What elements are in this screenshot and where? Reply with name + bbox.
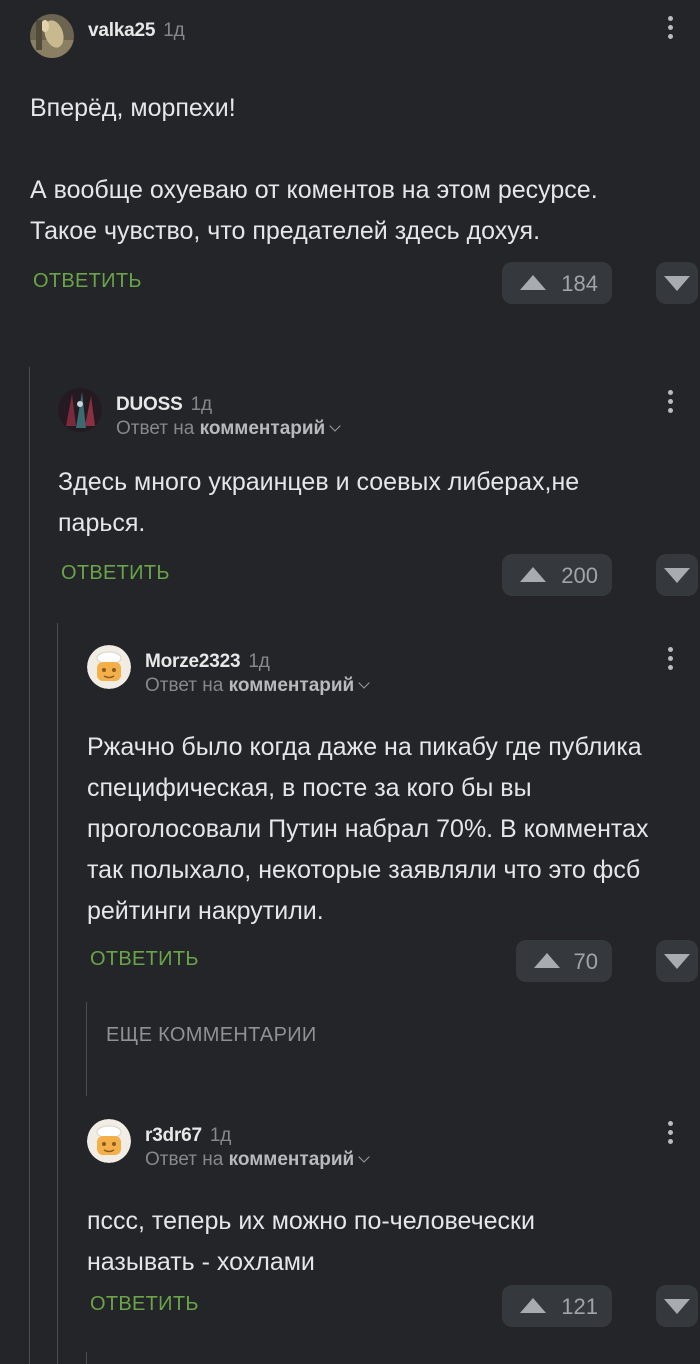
username-text: valka25 — [88, 20, 156, 41]
vote-count: 184 — [561, 271, 598, 296]
triangle-down-icon — [664, 954, 690, 969]
comment-time: 1д — [248, 651, 270, 672]
comment-time: 1д — [163, 20, 185, 41]
comment-header: DUOSS 1д Ответ на комментарий — [58, 388, 700, 439]
downvote-button[interactable] — [656, 1285, 698, 1327]
comment-actions: ОТВЕТИТЬ 70 — [87, 940, 700, 982]
triangle-down-icon — [664, 1299, 690, 1314]
more-comments-label[interactable]: ЕЩЕ КОММЕНТАРИИ — [106, 1024, 317, 1047]
kebab-menu-icon[interactable] — [666, 647, 674, 677]
triangle-down-icon — [664, 276, 690, 291]
comment-time: 1д — [190, 394, 212, 415]
vote-count: 70 — [573, 949, 598, 974]
avatar[interactable] — [87, 1119, 131, 1163]
triangle-up-icon — [520, 567, 546, 582]
kebab-menu-icon[interactable] — [666, 1121, 674, 1151]
comment-time: 1д — [209, 1125, 232, 1146]
thread-line-level-2 — [57, 623, 58, 1364]
comment-actions: ОТВЕТИТЬ 121 — [87, 1285, 700, 1327]
username[interactable]: r3dr67 1д — [145, 1125, 231, 1147]
avatar[interactable] — [58, 388, 102, 432]
comment: valka25 1д Вперёд, морпехи! А вообще охуе… — [30, 14, 700, 304]
vote-count: 200 — [561, 563, 598, 588]
comment-text: Здесь много украинцев и соевых либерах,н… — [58, 468, 580, 537]
reply-to-target: комментарий — [199, 418, 326, 439]
avatar[interactable] — [87, 645, 131, 689]
comment-actions: ОТВЕТИТЬ 200 — [58, 554, 700, 596]
username-text: DUOSS — [116, 394, 183, 415]
reply-to-target: комментарий — [228, 1149, 355, 1170]
reply-button[interactable]: ОТВЕТИТЬ — [90, 1293, 199, 1316]
comment-text: пссс, теперь их можно по-человечески наз… — [87, 1207, 535, 1276]
triangle-up-icon — [520, 1298, 546, 1313]
upvote-button[interactable]: 70 — [516, 940, 612, 982]
comment-header: valka25 1д — [30, 14, 700, 58]
chevron-down-icon — [358, 1151, 370, 1163]
downvote-button[interactable] — [656, 262, 698, 304]
reply-button[interactable]: ОТВЕТИТЬ — [61, 562, 170, 585]
avatar[interactable] — [30, 14, 74, 58]
comment-text: Вперёд, морпехи! А вообще охуеваю от ком… — [30, 94, 598, 245]
reply-to-prefix: Ответ на — [145, 675, 224, 696]
chevron-down-icon — [358, 677, 370, 689]
comment: DUOSS 1д Ответ на комментарий Здесь много… — [58, 388, 700, 596]
triangle-down-icon — [664, 568, 690, 583]
upvote-button[interactable]: 184 — [502, 262, 612, 304]
kebab-menu-icon[interactable] — [666, 390, 674, 420]
comment-text: Ржачно было когда даже на пикабу где пуб… — [87, 733, 649, 925]
comment-actions: ОТВЕТИТЬ 184 — [30, 262, 700, 304]
username-text: Morze2323 — [145, 651, 241, 672]
username[interactable]: valka25 1д — [88, 20, 185, 42]
thread-line-level-3b — [86, 1352, 87, 1364]
reply-button[interactable]: ОТВЕТИТЬ — [90, 948, 199, 971]
username[interactable]: DUOSS 1д — [116, 394, 212, 416]
more-comments[interactable]: ЕЩЕ КОММЕНТАРИИ — [86, 1002, 700, 1096]
triangle-up-icon — [520, 275, 546, 290]
chevron-down-icon — [329, 420, 341, 432]
reply-to[interactable]: Ответ на комментарий — [145, 1149, 370, 1171]
reply-to[interactable]: Ответ на комментарий — [145, 675, 370, 697]
comment-header: Morze2323 1д Ответ на комментарий — [87, 645, 700, 696]
reply-to-prefix: Ответ на — [145, 1149, 224, 1170]
reply-to[interactable]: Ответ на комментарий — [116, 418, 341, 440]
reply-to-target: комментарий — [228, 675, 355, 696]
vote-count: 121 — [561, 1294, 598, 1319]
downvote-button[interactable] — [656, 940, 698, 982]
thread-line-level-1 — [29, 367, 30, 1364]
upvote-button[interactable]: 121 — [502, 1285, 612, 1327]
reply-to-prefix: Ответ на — [116, 418, 195, 439]
comment: r3dr67 1д Ответ на комментарий пссс, тепе… — [87, 1119, 700, 1327]
triangle-up-icon — [534, 953, 560, 968]
username[interactable]: Morze2323 1д — [145, 651, 270, 673]
comment: Morze2323 1д Ответ на комментарий Ржачно … — [87, 645, 700, 982]
upvote-button[interactable]: 200 — [502, 554, 612, 596]
comment-header: r3dr67 1д Ответ на комментарий — [87, 1119, 700, 1170]
downvote-button[interactable] — [656, 554, 698, 596]
reply-button[interactable]: ОТВЕТИТЬ — [33, 270, 142, 293]
username-text: r3dr67 — [145, 1125, 202, 1146]
kebab-menu-icon[interactable] — [666, 16, 674, 46]
